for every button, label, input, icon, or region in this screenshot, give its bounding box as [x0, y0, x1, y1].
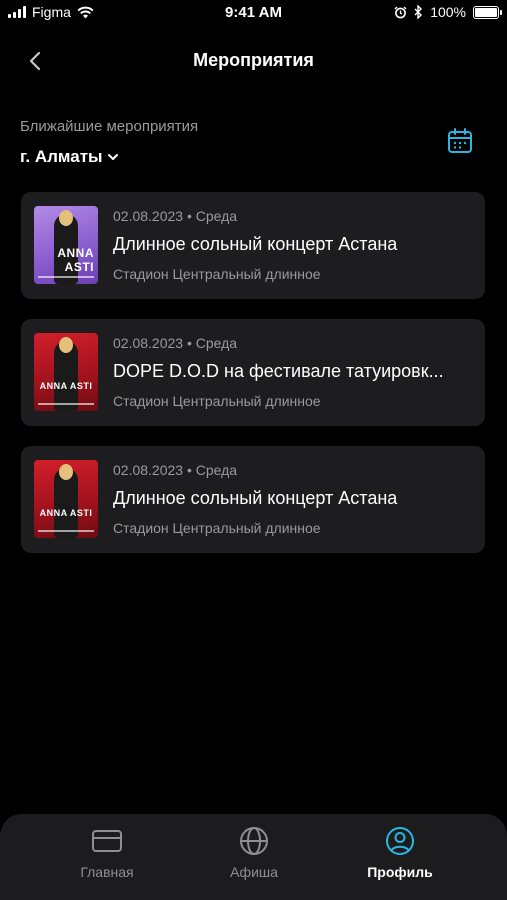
event-venue: Стадион Центральный длинное: [113, 520, 321, 536]
battery-percent: 100%: [430, 4, 466, 20]
event-poster: ANNA ASTI: [34, 206, 98, 284]
event-poster: ANNA ASTI: [34, 460, 98, 538]
calendar-icon: [448, 128, 472, 153]
tab-afisha[interactable]: Афиша: [194, 824, 314, 880]
calendar-button[interactable]: [445, 126, 475, 156]
status-right: 100%: [394, 4, 502, 20]
card-icon: [92, 830, 122, 852]
event-venue: Стадион Центральный длинное: [113, 266, 321, 282]
tab-label: Афиша: [230, 864, 278, 880]
event-title: Длинное сольный концерт Астана: [113, 488, 398, 508]
event-card[interactable]: ANNA ASTI 02.08.2023 • Среда Длинное сол…: [21, 192, 485, 299]
tab-bar: Главная Афиша Профиль: [0, 814, 507, 900]
tab-home[interactable]: Главная: [47, 824, 167, 880]
section-label: Ближайшие мероприятия: [20, 118, 199, 135]
event-date: 02.08.2023 • Среда: [113, 335, 238, 351]
alarm-icon: [394, 6, 407, 18]
battery-icon: [473, 5, 502, 19]
poster-text: ANNA ASTI: [57, 246, 94, 274]
event-date: 02.08.2023 • Среда: [113, 208, 238, 224]
event-venue: Стадион Центральный длинное: [113, 393, 321, 409]
poster-text: ANNA ASTI: [39, 508, 93, 518]
tab-profile[interactable]: Профиль: [340, 824, 460, 880]
user-circle-icon: [386, 827, 414, 855]
poster-text: ANNA ASTI: [39, 381, 93, 391]
globe-icon: [240, 827, 268, 855]
city-selector[interactable]: г. Алматы: [20, 147, 119, 167]
event-title: DOPE D.O.D на фестивале татуировк...: [113, 361, 444, 381]
page-title: Мероприятия: [193, 50, 314, 70]
nav-bar: Мероприятия: [0, 38, 507, 82]
event-date: 02.08.2023 • Среда: [113, 462, 238, 478]
city-label: г. Алматы: [20, 147, 103, 166]
events-list: ANNA ASTI 02.08.2023 • Среда Длинное сол…: [21, 192, 485, 573]
event-title: Длинное сольный концерт Астана: [113, 234, 398, 254]
status-bar: Figma 9:41 AM 100%: [0, 0, 507, 26]
event-card[interactable]: ANNA ASTI 02.08.2023 • Среда DOPE D.O.D …: [21, 319, 485, 426]
tab-label: Профиль: [367, 864, 433, 880]
event-poster: ANNA ASTI: [34, 333, 98, 411]
bluetooth-icon: [414, 5, 423, 19]
chevron-down-icon: [107, 154, 118, 160]
event-card[interactable]: ANNA ASTI 02.08.2023 • Среда Длинное сол…: [21, 446, 485, 553]
tab-label: Главная: [80, 864, 134, 880]
